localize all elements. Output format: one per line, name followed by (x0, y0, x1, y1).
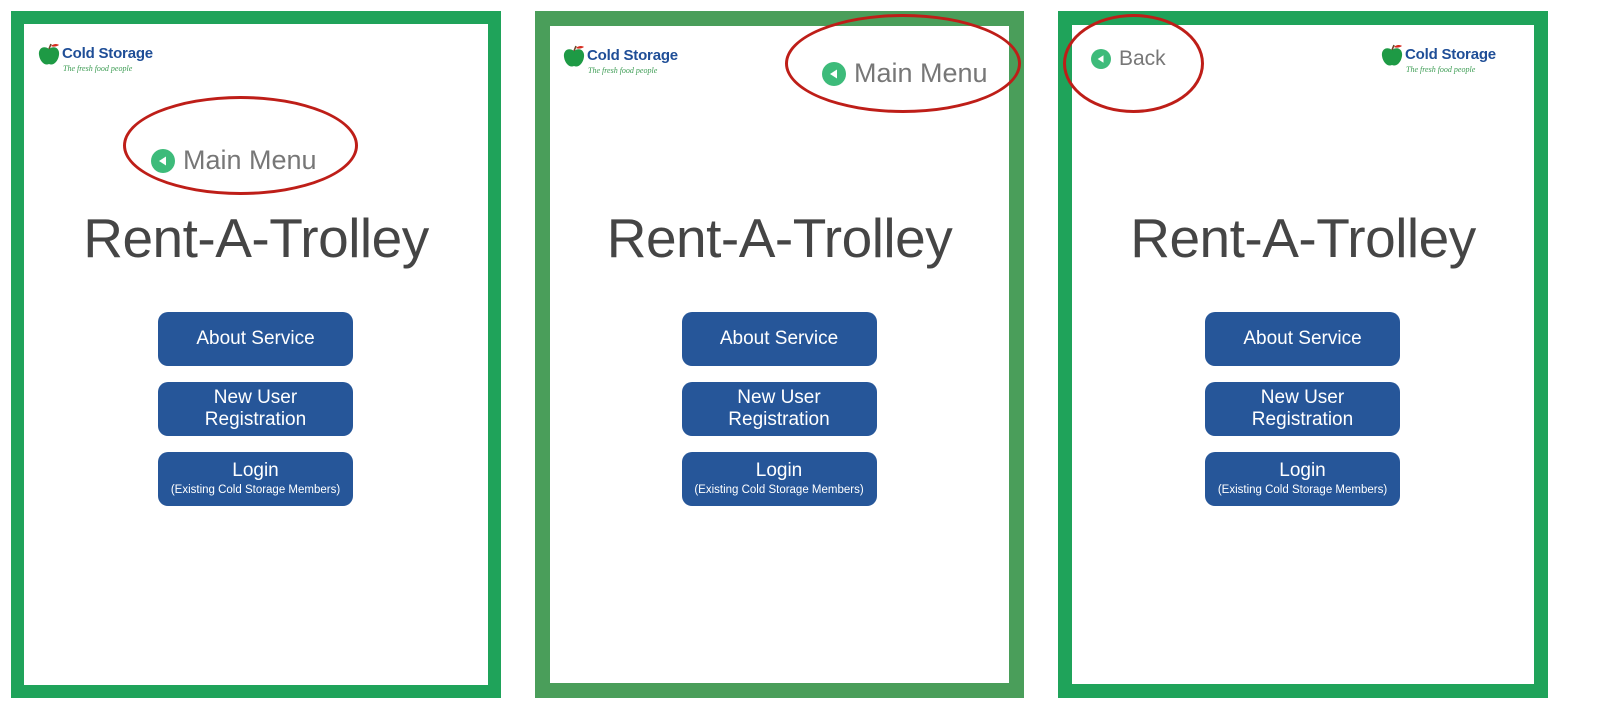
screen-variant-2: Cold Storage The fresh food people Main … (535, 11, 1024, 698)
login-sublabel: (Existing Cold Storage Members) (170, 484, 341, 496)
login-label: Login (755, 460, 803, 481)
back-button[interactable]: Back (1091, 47, 1166, 71)
register-label-line2: Registration (728, 409, 830, 430)
screen-variant-3: Cold Storage The fresh food people Back … (1058, 11, 1548, 698)
about-service-button[interactable]: About Service (681, 312, 877, 366)
register-label-line2: Registration (204, 409, 307, 430)
brand-tagline: The fresh food people (63, 64, 133, 73)
register-label-line1: New User (213, 387, 298, 408)
back-label: Back (1119, 47, 1166, 70)
new-user-registration-button[interactable]: New User Registration (158, 382, 353, 436)
register-label-line1: New User (737, 387, 821, 408)
register-label-line1: New User (1260, 387, 1345, 408)
about-service-button[interactable]: About Service (1205, 312, 1400, 366)
login-button[interactable]: Login (Existing Cold Storage Members) (681, 452, 877, 506)
cold-storage-logo: Cold Storage The fresh food people (38, 41, 173, 77)
login-label: Login (232, 460, 279, 481)
login-button[interactable]: Login (Existing Cold Storage Members) (158, 452, 353, 506)
main-menu-label: Main Menu (183, 145, 317, 175)
apple-icon (563, 45, 585, 67)
login-label: Login (1279, 460, 1326, 481)
new-user-registration-button[interactable]: New User Registration (681, 382, 877, 436)
about-service-label: About Service (196, 328, 315, 349)
about-service-button[interactable]: About Service (158, 312, 353, 366)
brand-name: Cold Storage (587, 47, 678, 64)
login-sublabel: (Existing Cold Storage Members) (694, 484, 864, 496)
back-arrow-icon (151, 148, 175, 173)
brand-tagline: The fresh food people (1406, 65, 1476, 74)
register-label-line2: Registration (1251, 409, 1354, 430)
back-arrow-icon (822, 61, 846, 86)
main-menu-label: Main Menu (854, 58, 988, 88)
page-title: Rent-A-Trolley (83, 207, 429, 269)
about-service-label: About Service (719, 328, 839, 349)
back-arrow-icon (1091, 49, 1111, 69)
cold-storage-logo: Cold Storage The fresh food people (1381, 42, 1516, 78)
login-button[interactable]: Login (Existing Cold Storage Members) (1205, 452, 1400, 506)
new-user-registration-button[interactable]: New User Registration (1205, 382, 1400, 436)
brand-name: Cold Storage (1405, 46, 1496, 63)
apple-icon (1381, 44, 1403, 66)
brand-name: Cold Storage (62, 45, 153, 62)
page-title: Rent-A-Trolley (606, 207, 953, 269)
screen-variant-1: Cold Storage The fresh food people Main … (11, 11, 501, 698)
about-service-label: About Service (1243, 328, 1362, 349)
page-title: Rent-A-Trolley (1130, 207, 1476, 269)
main-menu-button[interactable]: Main Menu (822, 58, 988, 89)
brand-tagline: The fresh food people (588, 66, 658, 75)
login-sublabel: (Existing Cold Storage Members) (1217, 484, 1388, 496)
cold-storage-logo: Cold Storage The fresh food people (563, 43, 698, 79)
apple-icon (38, 43, 60, 65)
main-menu-button[interactable]: Main Menu (151, 145, 317, 176)
